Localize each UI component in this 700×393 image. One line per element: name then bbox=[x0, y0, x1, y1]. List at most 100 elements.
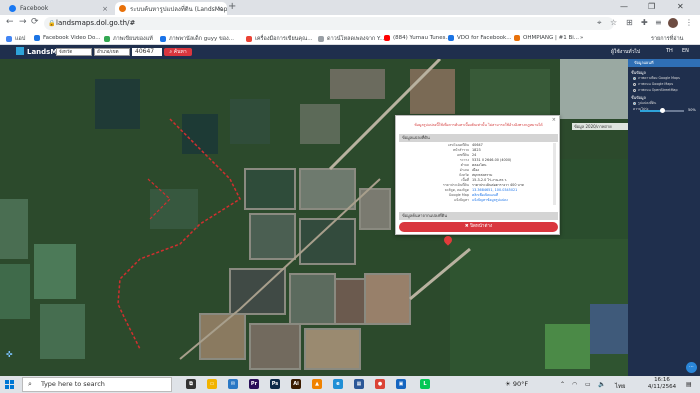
bookmarks-more[interactable]: » bbox=[580, 35, 583, 41]
url-bar[interactable]: 🔒 landsmaps.dol.go.th/# bbox=[44, 17, 614, 30]
opacity-slider-handle[interactable] bbox=[659, 108, 665, 113]
new-tab-button[interactable]: + bbox=[228, 1, 236, 12]
volume-icon[interactable]: 🔈 bbox=[598, 381, 605, 388]
table-row: แจ้งปัญหา แจ้งปัญหาข้อมูลรูปแปลง bbox=[453, 198, 508, 202]
radio-icon bbox=[633, 89, 636, 92]
layer-option-google-roadmap[interactable]: ภาพถนน Google Maps bbox=[633, 82, 673, 87]
parcel-info-section-header[interactable]: ข้อมูลแปลงที่ดิน bbox=[399, 134, 558, 142]
parcel-number-input[interactable]: 40647 bbox=[132, 48, 162, 56]
bookmark-item[interactable]: OHMPIANG | #1 Bi... bbox=[514, 35, 579, 41]
bookmark-item[interactable]: ภาพเขียนของแท้ bbox=[104, 35, 153, 43]
search-from-parcel-section-header[interactable]: ข้อมูลค้นหาจากแปลงที่ดิน bbox=[399, 212, 558, 220]
checkbox-icon bbox=[633, 102, 636, 105]
apps-grid-icon bbox=[6, 36, 12, 42]
landsmaps-header: LandsMaps จังหวัด อำเภอ/เขต 40647 ⌕ ค้นห… bbox=[0, 45, 700, 59]
opacity-value: 50% bbox=[688, 108, 696, 112]
bookmark-site-icon bbox=[318, 36, 324, 42]
taskbar-app-task-view-icon[interactable]: ⧉ bbox=[186, 379, 196, 389]
youtube-icon bbox=[384, 35, 390, 41]
taskbar-clock[interactable]: 16:16 4/11/2564 bbox=[647, 377, 677, 391]
taskbar-app-photoshop-icon[interactable]: Ps bbox=[270, 379, 280, 389]
forward-button[interactable]: → bbox=[19, 17, 27, 27]
layer-option-google-satellite[interactable]: ภาพดาวเทียม Google Maps bbox=[633, 76, 680, 81]
weather-icon: ☀ bbox=[505, 380, 511, 388]
popup-scrollbar[interactable] bbox=[553, 143, 556, 205]
tab-close-icon[interactable]: × bbox=[102, 5, 108, 13]
bookmark-item[interactable]: ภาพพานัลเด็ก guyy ของ... bbox=[160, 35, 234, 43]
facebook-icon bbox=[34, 35, 40, 41]
taskbar-app-premiere-icon[interactable]: Pr bbox=[249, 379, 259, 389]
bookmark-site-icon bbox=[246, 36, 252, 42]
search-icon: ⌕ bbox=[169, 49, 173, 55]
lang-en-button[interactable]: EN bbox=[682, 48, 689, 54]
search-icon: ⌕ bbox=[28, 380, 32, 388]
tab-facebook[interactable]: Facebook × bbox=[5, 2, 112, 15]
taskbar-app-vlc-icon[interactable]: ▲ bbox=[312, 379, 322, 389]
bookmark-item[interactable]: เครื่องมือการเขียนคุณ... bbox=[246, 35, 312, 43]
search-button[interactable]: ⌕ ค้นหา bbox=[164, 48, 192, 56]
user-menu[interactable]: ผู้ใช้งานทั่วไป bbox=[611, 48, 640, 56]
taskbar-app-chrome-icon[interactable]: ● bbox=[375, 379, 385, 389]
weather-widget[interactable]: ☀ 90°F bbox=[505, 380, 528, 388]
minimize-button[interactable]: — bbox=[620, 2, 628, 11]
radio-icon bbox=[633, 83, 636, 86]
tab-landsmaps[interactable]: ระบบค้นหารูปแปลงที่ดิน (LandsMaps) × bbox=[115, 2, 227, 15]
district-select[interactable]: อำเภอ/เขต bbox=[94, 48, 130, 56]
bookmark-item[interactable]: (884) Yumau Tunes... bbox=[384, 35, 451, 41]
menu-dots-icon[interactable]: ⋮ bbox=[685, 18, 693, 27]
bookmark-site-icon bbox=[514, 35, 520, 41]
facebook-icon bbox=[448, 35, 454, 41]
facebook-icon bbox=[9, 5, 16, 12]
taskbar-app-line-icon[interactable]: L bbox=[420, 379, 430, 389]
taskbar-app-photos-icon[interactable]: ▣ bbox=[396, 379, 406, 389]
windows-taskbar: ⌕ Type here to search ⧉ ▭ ✉ Pr Ps Ai ▲ e ▦ ● ▣ L ☀ … bbox=[0, 376, 700, 393]
profile-avatar[interactable] bbox=[668, 18, 678, 28]
tab-title: ระบบค้นหารูปแปลงที่ดิน (LandsMaps) bbox=[130, 5, 227, 13]
layers-panel: ข้อมูลแผนที่ ชั้นข้อมูล ภาพดาวเทียม Goog… bbox=[628, 59, 700, 376]
taskbar-app-edge-icon[interactable]: e bbox=[333, 379, 343, 389]
lang-th-button[interactable]: TH bbox=[666, 48, 673, 54]
dots-icon: ⋯ bbox=[689, 364, 694, 370]
taskbar-app-file-explorer-icon[interactable]: ▭ bbox=[207, 379, 217, 389]
province-select[interactable]: จังหวัด bbox=[56, 48, 92, 56]
tab-close-icon[interactable]: × bbox=[217, 5, 223, 13]
panel-title[interactable]: ข้อมูลแผนที่ bbox=[628, 59, 700, 67]
imagery-date-label: ข้อมูล 2020/ภาพถ่าย bbox=[572, 123, 628, 130]
opacity-slider[interactable] bbox=[640, 108, 684, 113]
wifi-icon[interactable]: ◠ bbox=[572, 381, 577, 388]
bookmark-site-icon bbox=[160, 36, 166, 42]
url-text: landsmaps.dol.go.th/# bbox=[56, 19, 136, 27]
maximize-button[interactable]: ❐ bbox=[648, 2, 655, 11]
close-window-button[interactable]: ✖ ปิดหน้าต่าง bbox=[399, 222, 558, 232]
extensions-icon[interactable]: ✚ bbox=[641, 18, 648, 27]
bookmark-apps[interactable]: แอป bbox=[6, 35, 25, 43]
overlay-parcel-checkbox[interactable]: รูปแปลงที่ดิน bbox=[633, 101, 656, 106]
notifications-icon[interactable]: ▤ bbox=[686, 381, 692, 388]
location-icon[interactable]: ⌖ bbox=[597, 18, 602, 28]
network-icon[interactable]: ⌃ bbox=[560, 381, 565, 388]
windows-start-icon[interactable] bbox=[5, 380, 14, 389]
bookmark-item[interactable]: ดาวน์โหลดเพลงจาก Y... bbox=[318, 35, 384, 43]
media-icon[interactable]: ≡ bbox=[655, 18, 662, 27]
close-window-button[interactable]: ✕ bbox=[677, 2, 684, 11]
landsmaps-favicon-icon bbox=[119, 5, 126, 12]
opacity-slider-fill bbox=[640, 110, 662, 112]
input-language[interactable]: ไทย bbox=[615, 381, 626, 391]
layer-option-osm[interactable]: ภาพถนน OpenStreetMap bbox=[633, 88, 678, 93]
reload-button[interactable]: ⟳ bbox=[31, 17, 39, 27]
parcel-info-popup: × ข้อมูลรูปแปลงนี้ใช้เพื่อการค้นหาเบื้อง… bbox=[395, 115, 560, 235]
crosshair-icon[interactable]: ✜ bbox=[6, 350, 13, 359]
translate-icon[interactable]: ⊞ bbox=[626, 18, 633, 27]
bookmark-star-icon[interactable]: ☆ bbox=[610, 18, 617, 27]
taskbar-app-store-icon[interactable]: ▦ bbox=[354, 379, 364, 389]
bookmark-item[interactable]: VDO for Facebook... bbox=[448, 35, 511, 41]
battery-icon[interactable]: ▭ bbox=[585, 381, 591, 388]
taskbar-search-input[interactable]: ⌕ Type here to search bbox=[22, 377, 172, 392]
more-options-button[interactable]: ⋯ bbox=[686, 362, 697, 373]
taskbar-app-illustrator-icon[interactable]: Ai bbox=[291, 379, 301, 389]
taskbar-app-mail-icon[interactable]: ✉ bbox=[228, 379, 238, 389]
lock-icon: 🔒 bbox=[48, 20, 56, 27]
bookmark-item[interactable]: Facebook Video Do... bbox=[34, 35, 101, 41]
back-button[interactable]: ← bbox=[6, 17, 14, 27]
reading-list[interactable]: รายการที่อ่าน bbox=[651, 35, 683, 43]
